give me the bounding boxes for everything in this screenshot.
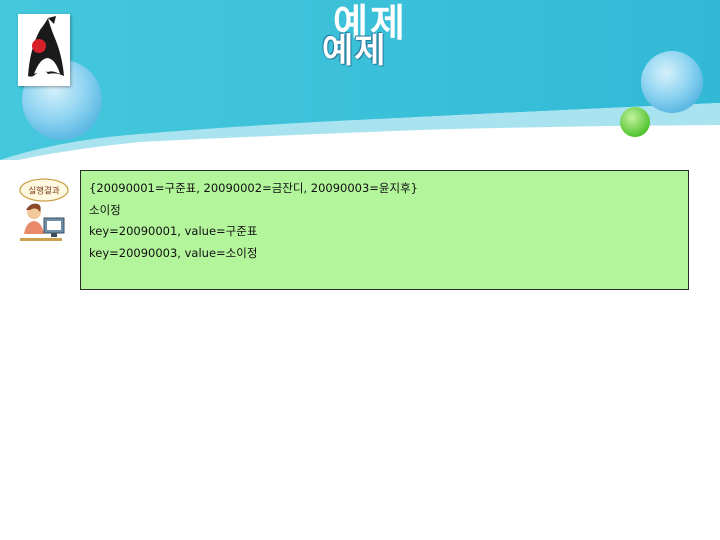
program-output-box: {20090001=구준표, 20090002=금잔디, 20090003=윤지…: [80, 170, 689, 290]
output-line: {20090001=구준표, 20090002=금잔디, 20090003=윤지…: [89, 181, 418, 195]
duke-icon: [28, 16, 64, 77]
java-logo: [18, 14, 70, 86]
output-line: key=20090001, value=구준표: [89, 224, 258, 238]
green-dot-decoration: [620, 107, 650, 137]
page-title: 예제: [322, 31, 387, 71]
result-badge: 실행결과: [19, 178, 69, 202]
output-line: 소이정: [89, 202, 121, 217]
output-line: key=20090003, value=소이정: [89, 245, 258, 260]
monitor-icon: [43, 217, 65, 237]
mascot-illustration: 실행결과: [18, 176, 70, 246]
svg-text:실행결과: 실행결과: [28, 186, 59, 197]
bubble-right-decoration: [641, 51, 703, 113]
